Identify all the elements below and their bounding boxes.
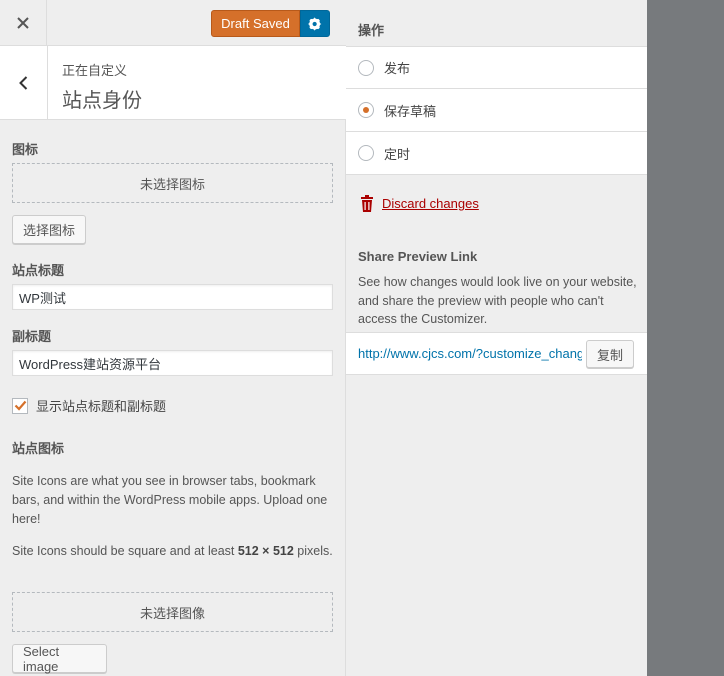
close-button[interactable]: [0, 0, 47, 46]
back-button[interactable]: [0, 46, 48, 119]
site-icon-label: 站点图标: [12, 441, 65, 456]
logo-label: 图标: [12, 142, 39, 157]
radio-schedule[interactable]: 定时: [346, 132, 647, 175]
gear-icon: [308, 16, 322, 31]
discard-changes-link[interactable]: Discard changes: [360, 195, 479, 212]
tagline-label: 副标题: [12, 329, 52, 344]
site-title-label: 站点标题: [12, 263, 65, 278]
radio-label: 保存草稿: [384, 103, 437, 119]
display-header-checkbox[interactable]: [12, 397, 28, 414]
select-image-button[interactable]: Select image: [12, 644, 107, 674]
preview-link[interactable]: http://www.cjcs.com/?customize_changeset…: [358, 346, 582, 361]
customizer-sidebar: Draft Saved 正在自定义 站点身份 图标 未选择图标 选择图标 站点标…: [0, 0, 346, 676]
size-note-suffix: pixels.: [293, 544, 333, 558]
chevron-left-icon: [19, 75, 28, 90]
section-header: 正在自定义 站点身份: [0, 46, 346, 120]
logo-placeholder[interactable]: 未选择图标: [12, 163, 333, 203]
radio-label: 发布: [384, 61, 411, 76]
share-preview-description: See how changes would look live on your …: [358, 275, 637, 326]
customizing-label: 正在自定义: [62, 63, 128, 78]
select-logo-button[interactable]: 选择图标: [12, 215, 86, 244]
section-title: 站点身份: [62, 90, 142, 112]
site-icon-placeholder[interactable]: 未选择图像: [12, 592, 333, 632]
tagline-input[interactable]: WordPress建站资源平台: [12, 350, 333, 376]
discard-changes-label: Discard changes: [382, 196, 479, 211]
display-header-row: 显示站点标题和副标题: [12, 396, 166, 415]
preview-frame: [647, 0, 724, 676]
publish-settings-button[interactable]: [300, 10, 330, 37]
site-title-input[interactable]: WP测试: [12, 284, 333, 310]
size-note-dimensions: 512 × 512: [237, 544, 294, 558]
site-icon-description: Site Icons are what you see in browser t…: [12, 474, 328, 526]
share-link-row: http://www.cjcs.com/?customize_changeset…: [346, 332, 647, 375]
radio-button[interactable]: [358, 145, 374, 161]
radio-publish[interactable]: 发布: [346, 46, 647, 89]
radio-save-draft[interactable]: 保存草稿: [346, 89, 647, 132]
site-icon-size-note: Site Icons should be square and at least…: [12, 542, 334, 561]
checkmark-icon: [14, 400, 26, 411]
trash-icon: [361, 195, 373, 212]
size-note-prefix: Site Icons should be square and at least: [12, 544, 238, 558]
radio-label: 定时: [384, 146, 411, 162]
publish-settings-panel: 操作 发布 保存草稿 定时 Discard changes Share Prev…: [346, 0, 647, 676]
draft-saved-button[interactable]: Draft Saved: [211, 10, 300, 37]
radio-button[interactable]: [358, 59, 374, 76]
customizer-header: Draft Saved: [0, 0, 346, 46]
share-preview-title: Share Preview Link: [358, 249, 478, 264]
copy-button[interactable]: 复制: [586, 340, 634, 368]
close-icon: [17, 17, 29, 29]
radio-button[interactable]: [358, 102, 374, 118]
display-header-label: 显示站点标题和副标题: [36, 399, 167, 414]
actions-title: 操作: [358, 23, 385, 38]
